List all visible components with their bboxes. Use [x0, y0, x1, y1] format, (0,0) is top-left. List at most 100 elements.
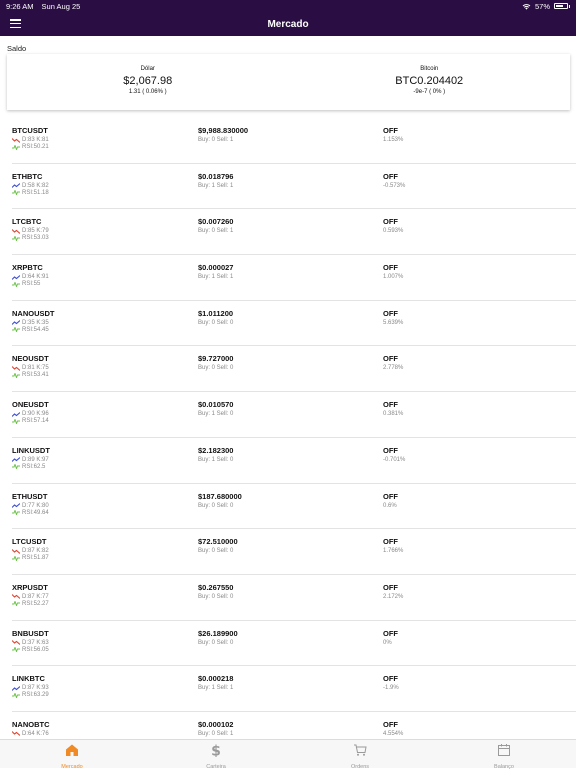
market-dk-value: D:81 K:75 — [22, 365, 49, 371]
market-row[interactable]: BNBUSDTD:37 K:63RSI:56.05$26.189900Buy: … — [12, 621, 576, 667]
battery-icon — [554, 3, 568, 9]
balance-bitcoin-amount: BTC0.204402 — [289, 75, 571, 87]
market-price: $72.510000 — [198, 537, 238, 546]
market-symbol: XRPBTC — [12, 263, 49, 272]
market-symbol-cell: LTCUSDTD:87 K:82RSI:51.87 — [12, 537, 49, 561]
home-icon — [65, 743, 79, 762]
tab-label: Mercado — [61, 764, 82, 770]
market-rsi-value: RSI:53.03 — [22, 235, 49, 241]
market-symbol-cell: LTCBTC D:85 K:79RSI:53.03 — [12, 217, 49, 241]
market-status: OFF — [383, 674, 399, 683]
market-dk-value: D:64 K:91 — [22, 274, 49, 280]
market-symbol: ETHUSDT — [12, 492, 49, 501]
market-price-cell: $1.011200Buy: 0 Sell: 0 — [198, 309, 233, 326]
market-row[interactable]: LINKUSDTD:89 K:97RSI:62.5$2.182300Buy: 1… — [12, 438, 576, 484]
market-symbol-cell: XRPUSDTD:87 K:77RSI:52.27 — [12, 583, 49, 607]
market-row[interactable]: NANOBTCD:64 K:76RSI:$0.000102Buy: 0 Sell… — [12, 712, 576, 738]
market-row[interactable]: BTCUSDTD:83 K:81RSI:50.21 $9,988.830000Bu… — [12, 118, 576, 164]
market-price: $9,988.830000 — [198, 126, 248, 135]
market-symbol-cell: ETHUSDT D:77 K:80RSI:49.64 — [12, 492, 49, 516]
market-price: $0.010570 — [198, 400, 233, 409]
market-rsi-value: RSI:57.14 — [22, 418, 49, 424]
market-symbol: BNBUSDT — [12, 629, 49, 638]
page-title: Mercado — [267, 19, 308, 30]
market-row[interactable]: NEOUSDTD:81 K:75RSI:53.41$9.727000Buy: 0… — [12, 346, 576, 392]
market-price: $2.182300 — [198, 446, 233, 455]
market-change-pct: 1.153% — [383, 137, 403, 143]
rsi-pulse-icon — [12, 556, 20, 561]
tab-mercado[interactable]: Mercado — [0, 740, 144, 768]
market-change-pct: 0.6% — [383, 503, 398, 509]
market-change-pct: 0% — [383, 640, 398, 646]
tab-balano[interactable]: Balanço — [432, 740, 576, 768]
market-change-pct: 5.639% — [383, 320, 403, 326]
market-rsi: RSI:49.64 — [12, 510, 49, 516]
trend-down-icon — [12, 594, 20, 599]
market-dk: D:85 K:79 — [12, 228, 49, 234]
market-price: $0.000102 — [198, 720, 233, 729]
market-dk: D:83 K:81 — [12, 137, 49, 143]
market-symbol-cell: LINKBTCD:87 K:93RSI:63.29 — [12, 674, 49, 698]
market-row[interactable]: LTCBTCD:85 K:79RSI:53.03$0.007260Buy: 0 … — [12, 209, 576, 255]
market-dk: D:77 K:80 — [12, 503, 49, 509]
market-row[interactable]: LTCUSDTD:87 K:82RSI:51.87 $72.510000 Buy: … — [12, 529, 576, 575]
market-symbol-cell: BTCUSDTD:83 K:81RSI:50.21 — [12, 126, 49, 150]
market-orders: Buy: 1 Sell: 0 — [198, 457, 233, 463]
market-status: OFF — [383, 126, 403, 135]
market-status-cell: OFF-0.573% — [383, 172, 405, 189]
market-row[interactable]: LINKBTCD:87 K:93RSI:63.29$0.000218Buy: 1… — [12, 666, 576, 712]
market-status: OFF — [383, 172, 405, 181]
market-price-cell: $187.680000Buy: 0 Sell: 0 — [198, 492, 242, 509]
market-dk: D:90 K:96 — [12, 411, 49, 417]
market-status: OFF — [383, 537, 403, 546]
market-rsi: RSI:63.29 — [12, 692, 49, 698]
market-price-cell: $0.010570 Buy: 1 Sell: 0 — [198, 400, 233, 417]
trend-up-icon — [12, 183, 20, 188]
rsi-pulse-icon — [12, 145, 20, 150]
market-status-cell: OFF-1.9% — [383, 674, 399, 691]
market-orders: Buy: 1 Sell: 1 — [198, 183, 233, 189]
tab-bar: Mercado $Carteira Ordens Balanço — [0, 739, 576, 768]
market-row[interactable]: XRPUSDTD:87 K:77RSI:52.27$0.267550Buy: 0… — [12, 575, 576, 621]
market-row[interactable]: ETHUSDT D:77 K:80RSI:49.64 $187.680000Buy:… — [12, 484, 576, 530]
rsi-pulse-icon — [12, 647, 20, 652]
rsi-pulse-icon — [12, 464, 20, 469]
market-price: $0.007260 — [198, 217, 233, 226]
tab-label: Ordens — [351, 764, 369, 770]
market-orders: Buy: 0 Sell: 0 — [198, 548, 238, 554]
market-status-cell: OFF0.593% — [383, 217, 403, 234]
trend-down-icon — [12, 229, 20, 234]
market-dk-value: D:58 K:82 — [22, 183, 49, 189]
status-bar: 9:26 AM Sun Aug 25 57% — [0, 0, 576, 12]
balance-bitcoin-currency: Bitcoin — [289, 66, 571, 72]
market-orders: Buy: 1 Sell: 0 — [198, 411, 233, 417]
market-row[interactable]: NANOUSDTD:35 K:35RSI:54.45 $1.011200Buy: … — [12, 301, 576, 347]
trend-down-icon — [12, 366, 20, 371]
market-status: OFF — [383, 492, 398, 501]
market-price-cell: $9,988.830000Buy: 0 Sell: 1 — [198, 126, 248, 143]
menu-icon[interactable] — [10, 19, 21, 28]
market-row[interactable]: ETHBTCD:58 K:82RSI:51.18$0.018796Buy: 1 … — [12, 164, 576, 210]
market-row[interactable]: XRPBTCD:64 K:91RSI:55$0.000027Buy: 1 Sel… — [12, 255, 576, 301]
tab-carteira[interactable]: $Carteira — [144, 740, 288, 768]
market-status: OFF — [383, 629, 398, 638]
market-rsi-value: RSI:49.64 — [22, 510, 49, 516]
trend-up-icon — [12, 320, 20, 325]
market-price: $0.018796 — [198, 172, 233, 181]
market-dk: D:87 K:82 — [12, 548, 49, 554]
market-symbol-cell: NANOUSDTD:35 K:35RSI:54.45 — [12, 309, 55, 333]
market-dk-value: D:87 K:77 — [22, 594, 49, 600]
tab-ordens[interactable]: Ordens — [288, 740, 432, 768]
market-status-cell: OFF1.766% — [383, 537, 403, 554]
market-status-cell: OFF-0.701% — [383, 446, 405, 463]
market-orders: Buy: 0 Sell: 0 — [198, 640, 238, 646]
market-symbol: LTCBTC — [12, 217, 49, 226]
market-orders: Buy: 0 Sell: 0 — [198, 365, 233, 371]
market-row[interactable]: ONEUSDTD:90 K:96RSI:57.14$0.010570Buy: 1… — [12, 392, 576, 438]
trend-down-icon — [12, 138, 20, 143]
market-list[interactable]: BTCUSDTD:83 K:81RSI:50.21$9,988.830000Bu… — [0, 118, 576, 738]
market-rsi: RSI:50.21 — [12, 144, 49, 150]
market-status-cell: OFF 0.6% — [383, 492, 398, 509]
navigation-bar: Mercado — [0, 12, 576, 36]
tab-label: Carteira — [206, 764, 226, 770]
